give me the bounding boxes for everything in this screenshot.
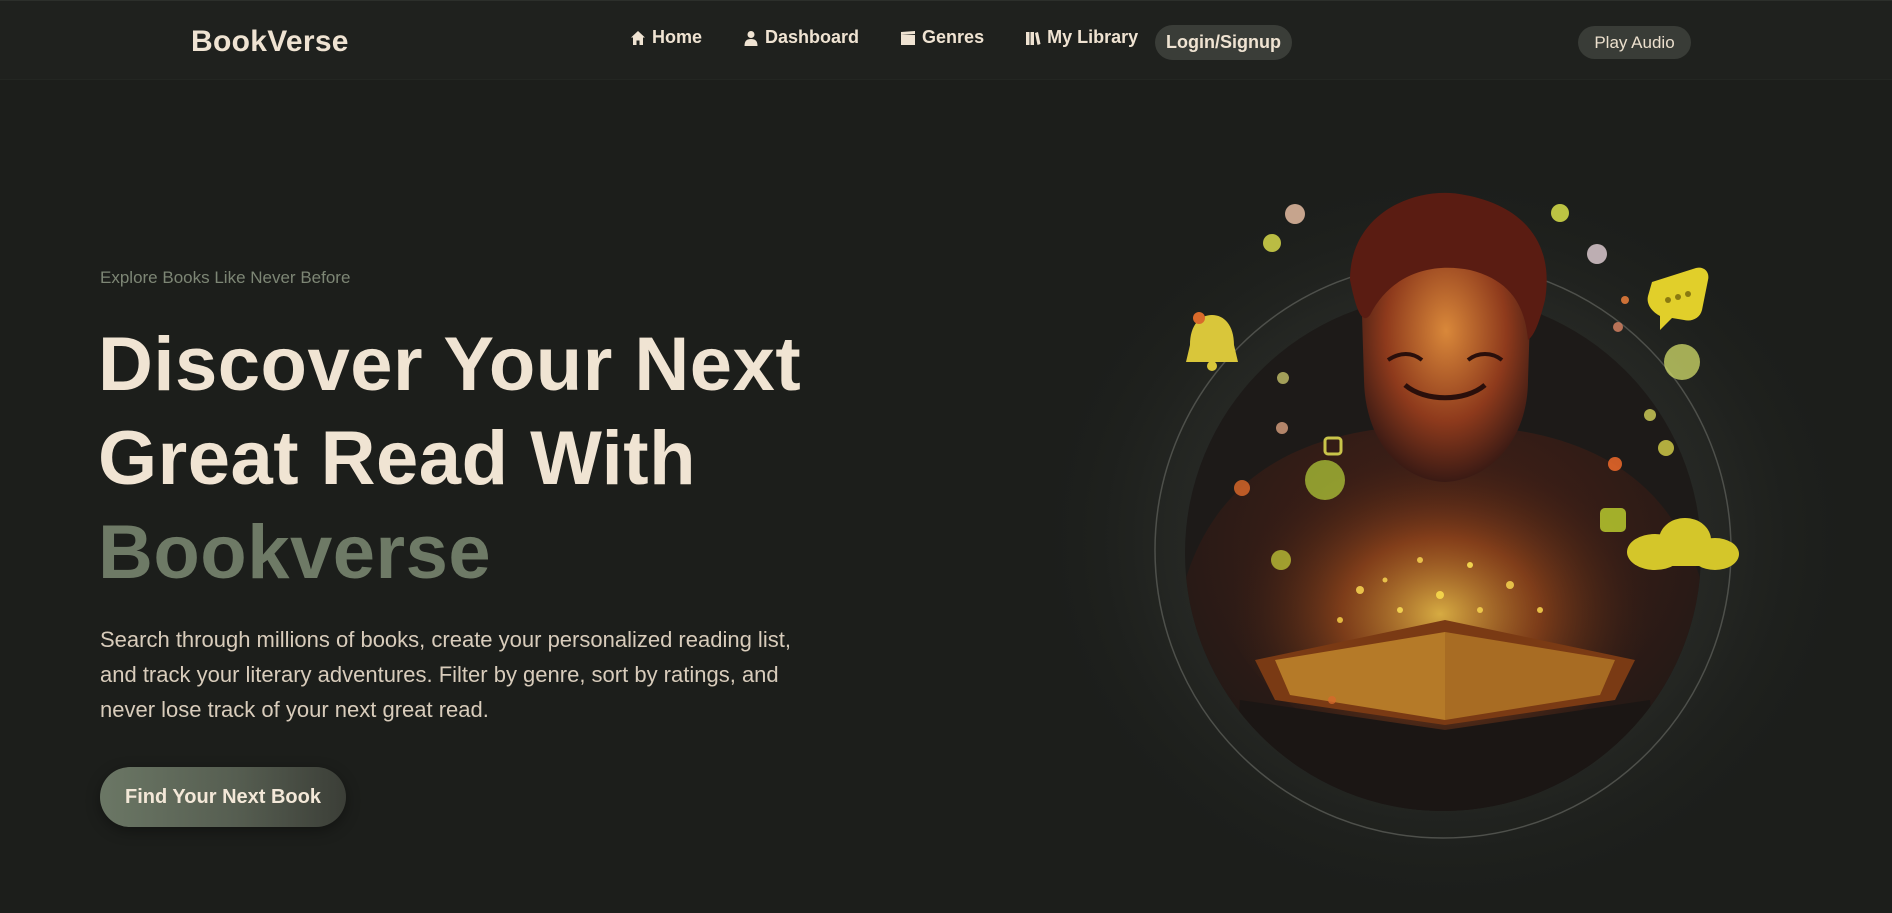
hero-headline: Discover Your Next Great Read With Bookv…: [98, 318, 858, 600]
top-navbar: BookVerse Home Dashboard Genres My Libra…: [0, 0, 1892, 80]
nav-item-home[interactable]: Home: [630, 27, 702, 48]
home-icon: [631, 30, 645, 45]
nav-item-label: Genres: [922, 27, 985, 47]
nav-item-genres[interactable]: Genres: [900, 27, 984, 48]
headline-line-1: Discover Your Next: [98, 322, 802, 407]
find-next-book-button[interactable]: Find Your Next Book: [100, 767, 346, 827]
headline-accent: Bookverse: [98, 510, 492, 595]
brand-logo[interactable]: BookVerse: [191, 25, 349, 59]
nav-item-label: Dashboard: [765, 27, 860, 47]
main-nav: Home Dashboard Genres My Library: [630, 27, 1179, 48]
login-signup-button[interactable]: Login/Signup: [1155, 25, 1292, 60]
user-icon: [744, 30, 758, 46]
hero-description: Search through millions of books, create…: [100, 627, 791, 722]
play-audio-button[interactable]: Play Audio: [1578, 26, 1691, 59]
nav-item-my-library[interactable]: My Library: [1025, 27, 1138, 48]
hero-illustration: [1040, 160, 1865, 913]
nav-item-label: Home: [652, 27, 703, 47]
books-icon: [1026, 31, 1041, 45]
headline-line-2: Great Read With: [98, 416, 697, 501]
image-frame-icon: [1600, 508, 1626, 532]
film-icon: [901, 30, 916, 45]
hero-eyebrow: Explore Books Like Never Before: [100, 268, 351, 287]
nav-item-label: My Library: [1047, 27, 1139, 47]
nav-item-dashboard[interactable]: Dashboard: [743, 27, 859, 48]
